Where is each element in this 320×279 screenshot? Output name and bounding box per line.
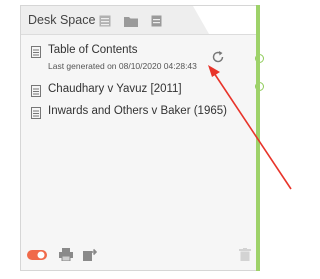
annotation-arrow	[208, 65, 292, 190]
